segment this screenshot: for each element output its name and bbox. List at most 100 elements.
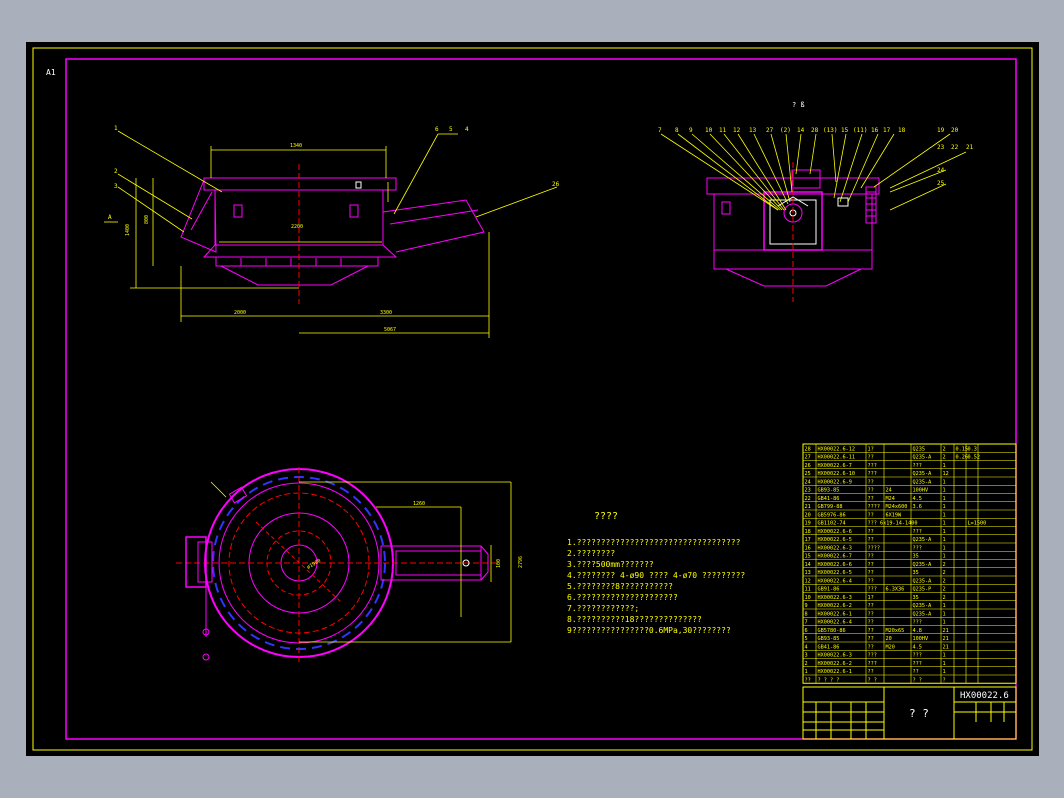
parts-cell: Q235-A <box>913 562 933 568</box>
parts-cell: HX00022.6-3 <box>818 545 852 551</box>
parts-cell: 1? <box>868 595 874 601</box>
parts-cell: 2 <box>943 578 946 584</box>
parts-cell: 6.3X36 <box>886 587 905 593</box>
parts-cell: 16 <box>805 545 811 551</box>
parts-cell: 6 <box>805 628 808 634</box>
note-7: 7.????????????; <box>567 604 639 613</box>
parts-cell: ???? <box>868 545 881 551</box>
parts-cell: ??? <box>913 653 922 659</box>
svg-text:5067: 5067 <box>384 327 396 333</box>
parts-cell: L=1500 <box>968 521 987 527</box>
parts-cell: Q235-P <box>913 587 932 593</box>
parts-cell: ??? <box>913 529 922 535</box>
parts-cell: ??? 6x19-14-1400 <box>868 521 918 527</box>
parts-cell: GB93-85 <box>818 636 840 642</box>
parts-cell: GB799-88 <box>818 504 843 510</box>
parts-table: 28 HX00022.6-12 1? Q235 2 0.15 0.327 HX00022.6-… <box>802 443 1017 684</box>
parts-cell: 10 <box>805 595 811 601</box>
parts-cell: ??? <box>868 463 877 469</box>
side-callout-22: 22 <box>951 144 959 151</box>
callout-4: 4 <box>465 126 469 133</box>
parts-cell: 2 <box>943 562 946 568</box>
parts-cell: 2 <box>943 570 946 576</box>
side-callout-18: 18 <box>898 127 906 134</box>
parts-cell: 6X19W <box>886 512 902 518</box>
parts-cell: HX00022.6-7 <box>818 463 852 469</box>
callout-26: 26 <box>552 181 560 188</box>
parts-cell: 27 <box>805 455 811 461</box>
parts-cell: 1 <box>943 537 946 543</box>
svg-text:2796: 2796 <box>518 556 524 568</box>
parts-cell: GB5976-86 <box>818 512 846 518</box>
parts-cell: 13 <box>805 570 811 576</box>
callout-1: 1 <box>114 125 118 132</box>
drawing-title: ? ? <box>909 707 929 720</box>
parts-cell: 20 <box>886 636 892 642</box>
parts-cell: HX00022.6-1 <box>818 611 852 617</box>
parts-cell: ?? <box>868 603 874 609</box>
parts-cell: 1 <box>943 479 946 485</box>
parts-cell: 1 <box>943 463 946 469</box>
parts-cell: ?? <box>868 669 874 675</box>
parts-cell: HX00022.6-7 <box>818 554 852 560</box>
parts-cell: 19 <box>805 521 811 527</box>
parts-cell: 8 <box>805 611 808 617</box>
front-view: 1340 2200 1400 800 2000 3300 5067 1 2 3 … <box>104 125 560 338</box>
note-9: 9????????????????0.6MPa,30???????? <box>567 626 731 635</box>
parts-cell: 1? <box>868 446 874 452</box>
side-callout-25: 25 <box>937 180 945 187</box>
title-block: HX00022.6 ? ? <box>802 686 1017 740</box>
svg-text:ø1900: ø1900 <box>306 558 322 571</box>
parts-cell: ?? <box>913 669 919 675</box>
parts-cell: HX00022.6-12 <box>818 446 855 452</box>
svg-text:2200: 2200 <box>291 224 303 230</box>
parts-cell: 1 <box>943 529 946 535</box>
parts-cell: ?? <box>868 529 874 535</box>
side-callout-19: 19 <box>937 127 945 134</box>
parts-cell: 12 <box>805 578 811 584</box>
parts-cell: 35 <box>913 570 919 576</box>
parts-cell: ???? <box>868 504 881 510</box>
parts-cell: HX00022.6-6 <box>818 529 852 535</box>
parts-cell: HX00022.6-5 <box>818 570 852 576</box>
parts-cell: HX00022.6-5 <box>818 537 852 543</box>
parts-cell: ?? <box>868 496 874 502</box>
side-callout-21: 21 <box>966 144 974 151</box>
parts-cell: HX00022.6-4 <box>818 578 852 584</box>
note-8: 8.??????????18?????????????? <box>567 615 702 624</box>
parts-cell: ?? <box>868 620 874 626</box>
svg-text:1260: 1260 <box>413 501 425 507</box>
parts-cell: M20x65 <box>886 628 905 634</box>
parts-cell: 21 <box>943 636 949 642</box>
drawing-sheet: A1 ? ß 1340 2200 1400 800 2000 3300 5067… <box>26 42 1039 756</box>
sheet-size-label: A1 <box>46 68 56 77</box>
parts-cell: ?? <box>868 636 874 642</box>
parts-cell: 1 <box>943 603 946 609</box>
parts-cell: 1 <box>943 496 946 502</box>
parts-cell: 0.26 <box>956 455 969 461</box>
parts-cell: M24 <box>886 496 895 502</box>
parts-cell: ?? <box>868 455 874 461</box>
parts-cell: 24 <box>886 488 892 494</box>
side-callout-28: 28 <box>811 127 819 134</box>
parts-cell: ?? <box>868 554 874 560</box>
parts-header-cell: ? ? ? ? <box>818 677 840 683</box>
parts-cell: ?? <box>868 512 874 518</box>
parts-cell: GB91-86 <box>818 587 840 593</box>
parts-cell: 17 <box>805 537 811 543</box>
parts-cell: 35 <box>913 595 919 601</box>
parts-cell: ??? <box>868 587 877 593</box>
parts-cell: ?? <box>868 644 874 650</box>
parts-cell: 0.3 <box>968 446 977 452</box>
parts-cell: HX00022.6-2 <box>818 603 852 609</box>
parts-cell: 25 <box>805 471 811 477</box>
parts-cell: 1 <box>943 653 946 659</box>
parts-cell: 28 <box>805 446 811 452</box>
parts-cell: 23 <box>805 488 811 494</box>
note-1: 1.?????????????????????????????????? <box>567 538 741 547</box>
parts-cell: HX00022.6-3 <box>818 595 852 601</box>
parts-cell: 100HV <box>913 636 929 642</box>
side-callout-17: 17 <box>883 127 891 134</box>
parts-cell: ??? <box>913 545 922 551</box>
parts-cell: ?? <box>868 570 874 576</box>
